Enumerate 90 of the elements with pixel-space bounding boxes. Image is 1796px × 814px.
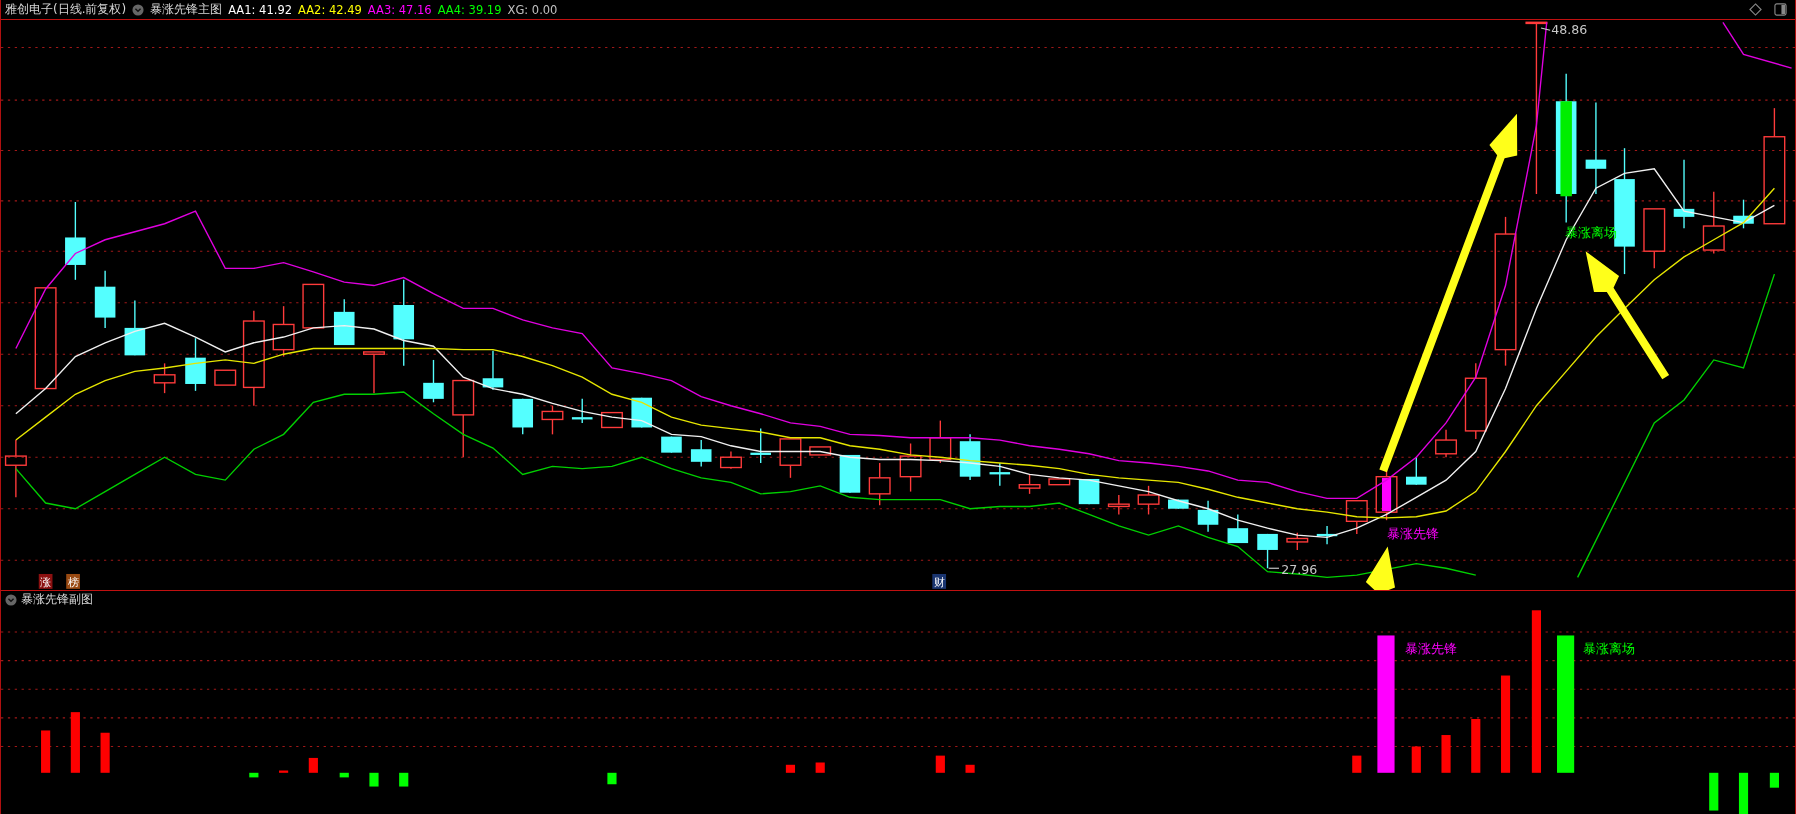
event-badge[interactable]: 榜 <box>66 574 80 589</box>
indicator-value: XG: 0.00 <box>507 2 558 17</box>
candlestick <box>809 446 832 456</box>
sub-indicator-name: 暴涨先锋副图 <box>21 591 93 608</box>
dropdown-icon[interactable] <box>5 593 17 606</box>
candlestick <box>1702 191 1725 255</box>
histogram-bar <box>308 757 318 773</box>
candlestick <box>1316 525 1338 545</box>
panel-toggle-icon[interactable] <box>1774 3 1787 16</box>
candlestick <box>1227 513 1249 544</box>
upper-band-line <box>1722 21 1793 69</box>
candlestick <box>1168 498 1189 510</box>
candlestick <box>1018 473 1041 495</box>
histogram-bar <box>339 772 349 778</box>
candlestick <box>661 435 682 454</box>
candlestick <box>363 351 385 394</box>
candlestick <box>1257 533 1278 569</box>
candlestick <box>94 269 116 329</box>
candlestick <box>272 305 295 358</box>
leader-line <box>1268 567 1280 569</box>
candlestick <box>1733 199 1754 229</box>
leader-line <box>1540 27 1551 31</box>
stock-title: 雅创电子(日线.前复权) <box>5 1 127 18</box>
candlestick <box>214 369 237 386</box>
candlestick <box>1406 456 1427 486</box>
candlestick <box>1435 429 1458 458</box>
candlestick <box>333 298 355 346</box>
candlestick <box>185 337 206 392</box>
candlestick <box>839 454 861 494</box>
indicator-value: AA2: 42.49 <box>298 2 362 17</box>
histogram-bar <box>965 764 975 773</box>
histogram-bar <box>815 762 825 773</box>
candlestick <box>1643 208 1666 270</box>
diamond-icon[interactable] <box>1749 3 1762 16</box>
histogram-bar <box>1709 772 1719 811</box>
candlestick <box>1107 494 1130 516</box>
candlestick <box>1286 532 1309 551</box>
histogram-bar <box>249 772 259 778</box>
candlestick <box>4 439 27 498</box>
signal-label: 暴涨离场 <box>1583 640 1636 656</box>
histogram-bar <box>607 772 617 785</box>
candlestick <box>512 398 533 436</box>
histogram-bar <box>1352 755 1362 773</box>
candlestick <box>423 359 444 403</box>
signal-label: 暴涨先锋 <box>1404 640 1457 656</box>
event-badge[interactable]: 涨 <box>38 574 53 589</box>
histogram-bar <box>785 764 796 773</box>
indicator-value: AA1: 41.92 <box>228 2 292 17</box>
histogram-bar <box>41 730 51 773</box>
histogram-bar <box>369 772 379 787</box>
candlestick <box>989 462 1011 487</box>
candlestick <box>571 398 593 424</box>
signal-label: 暴涨先锋 <box>1386 526 1439 542</box>
indicator-value: AA3: 47.16 <box>367 2 432 17</box>
histogram-bar <box>279 770 289 773</box>
histogram-bar <box>1738 772 1749 814</box>
candlestick <box>482 350 504 391</box>
candlestick <box>1673 158 1695 229</box>
indicator-value: AA4: 39.19 <box>437 2 502 17</box>
candlestick <box>868 462 891 506</box>
low-price-label: 27.96 <box>1281 561 1318 577</box>
event-badge[interactable]: 财 <box>932 574 947 589</box>
candlestick <box>779 438 802 479</box>
candlestick <box>899 442 922 493</box>
candlestick <box>719 450 742 470</box>
indicator-name: 暴涨先锋主图 <box>150 1 223 18</box>
candlestick <box>541 405 564 436</box>
candlestick <box>601 411 623 429</box>
histogram-bar <box>1411 746 1421 773</box>
candlestick <box>750 427 771 464</box>
candlestick <box>1048 478 1071 486</box>
histogram-bar <box>70 712 80 773</box>
candlestick <box>1078 478 1100 505</box>
histogram-bar <box>935 755 945 773</box>
histogram-bar <box>100 732 110 773</box>
dropdown-icon[interactable] <box>132 3 145 16</box>
candlestick <box>690 439 712 468</box>
candlestick <box>302 283 325 329</box>
histogram-bar <box>399 772 409 787</box>
histogram-bar <box>1471 719 1481 773</box>
candlestick <box>1345 500 1368 535</box>
candlestick <box>153 362 176 394</box>
histogram-bar <box>1769 772 1779 788</box>
candlestick <box>124 299 146 357</box>
histogram-bar <box>1441 735 1451 773</box>
high-price-label: 48.86 <box>1551 21 1588 37</box>
candlestick <box>1197 500 1219 533</box>
candlestick <box>959 433 981 481</box>
candlestick <box>929 419 952 464</box>
candlestick <box>1137 485 1160 516</box>
